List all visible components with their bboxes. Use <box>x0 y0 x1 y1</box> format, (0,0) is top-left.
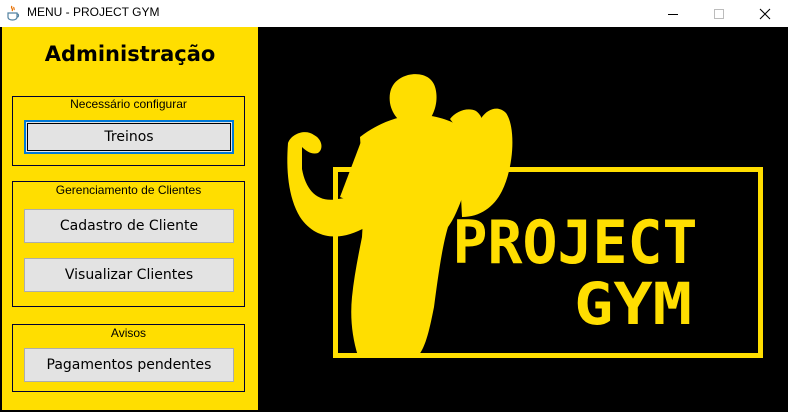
pagamentos-pendentes-button[interactable]: Pagamentos pendentes <box>24 348 234 382</box>
minimize-button[interactable] <box>650 0 696 27</box>
app-window: MENU - PROJECT GYM Administração Necessá… <box>0 0 788 412</box>
group-label: Avisos <box>110 326 147 340</box>
logo-text-project: PROJECT <box>453 208 698 278</box>
group-necessario-configurar: Necessário configurar Treinos <box>12 96 245 166</box>
title-bar[interactable]: MENU - PROJECT GYM <box>0 0 788 27</box>
visualizar-clientes-button[interactable]: Visualizar Clientes <box>24 258 234 292</box>
content-area: Administração Necessário configurar Trei… <box>0 27 788 412</box>
admin-sidebar: Administração Necessário configurar Trei… <box>2 27 260 410</box>
minimize-icon <box>668 13 678 15</box>
java-cup-icon <box>6 5 20 21</box>
cadastro-cliente-button[interactable]: Cadastro de Cliente <box>24 209 234 243</box>
maximize-button[interactable] <box>696 0 742 27</box>
window-title: MENU - PROJECT GYM <box>27 5 160 19</box>
group-label: Gerenciamento de Clientes <box>55 183 202 197</box>
group-gerenciamento-clientes: Gerenciamento de Clientes Cadastro de Cl… <box>12 181 245 307</box>
close-button[interactable] <box>742 0 788 27</box>
treinos-button[interactable]: Treinos <box>24 120 234 154</box>
maximize-icon <box>714 8 724 19</box>
logo-text-gym: GYM <box>574 270 692 338</box>
project-gym-logo: PROJECT GYM <box>258 27 788 412</box>
group-avisos: Avisos Pagamentos pendentes <box>12 324 245 392</box>
sidebar-title: Administração <box>44 42 216 66</box>
group-label: Necessário configurar <box>70 97 187 111</box>
close-icon <box>759 8 771 19</box>
